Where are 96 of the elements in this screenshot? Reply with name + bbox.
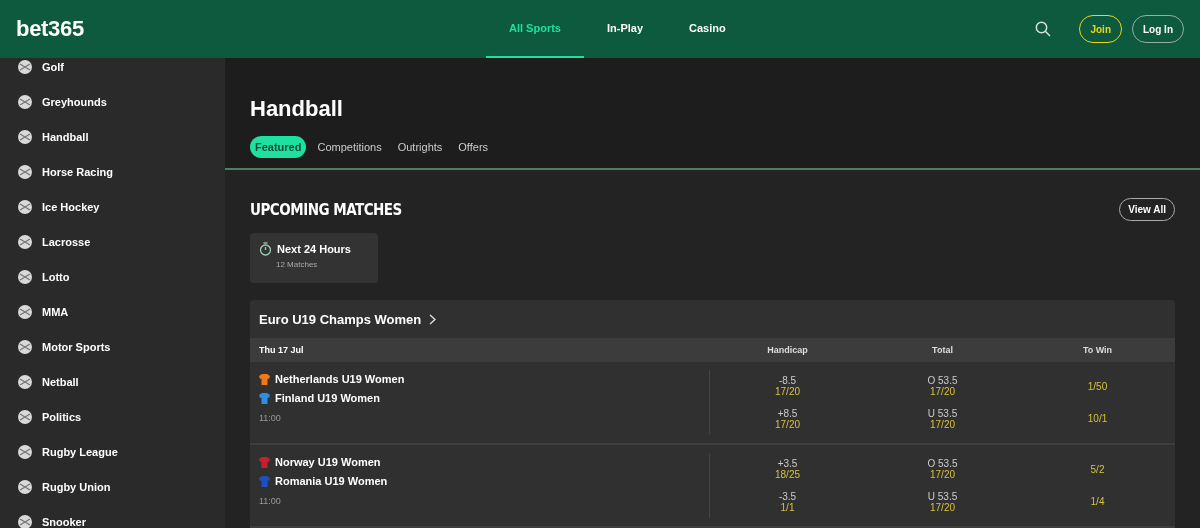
sidebar-item[interactable]: Lotto xyxy=(17,259,225,294)
tab[interactable]: Competitions xyxy=(312,136,387,158)
odds-price: 1/1 xyxy=(780,501,795,513)
nav-tab[interactable]: Casino xyxy=(666,0,749,58)
sidebar-label: Ice Hockey xyxy=(42,200,100,213)
sport-icon xyxy=(17,58,33,75)
handicap-odds[interactable]: +3.5 18/25 xyxy=(710,458,865,481)
section-title: UPCOMING MATCHES xyxy=(250,200,402,219)
handicap-odds[interactable]: -8.5 17/20 xyxy=(710,375,865,398)
sidebar-item[interactable]: Handball xyxy=(17,119,225,154)
match-count: 12 Matches xyxy=(275,260,319,269)
to-win-odds[interactable]: 5/2 xyxy=(1090,463,1105,475)
sidebar-label: Golf xyxy=(42,60,64,73)
handicap-line: +8.5 xyxy=(777,407,798,419)
total-line: O 53.5 xyxy=(927,375,958,387)
sidebar-label: Netball xyxy=(42,375,79,388)
handicap-odds[interactable]: -3.5 1/1 xyxy=(710,490,865,513)
nav-tab[interactable]: In-Play xyxy=(583,0,667,58)
sport-icon xyxy=(17,373,33,390)
sport-icon xyxy=(17,478,33,495)
sport-icon xyxy=(17,198,33,215)
total-odds[interactable]: O 53.5 17/20 xyxy=(865,375,1020,398)
sidebar-label: Snooker xyxy=(42,515,86,528)
total-line: U 53.5 xyxy=(927,490,958,502)
sidebar-item[interactable]: Greyhounds xyxy=(17,84,225,119)
odds-price: 18/25 xyxy=(775,469,800,481)
sport-icon xyxy=(17,268,33,285)
filter-card[interactable]: Next 24 Hours 12 Matches xyxy=(250,233,378,283)
sidebar-item[interactable]: Horse Racing xyxy=(17,154,225,189)
odds-price: 17/20 xyxy=(930,386,955,398)
to-win-odds[interactable]: 10/1 xyxy=(1087,413,1108,425)
date-label: Thu 17 Jul xyxy=(259,345,305,355)
sport-icon xyxy=(17,303,33,320)
total-odds[interactable]: U 53.5 17/20 xyxy=(865,490,1020,513)
total-odds[interactable]: O 53.5 17/20 xyxy=(865,458,1020,481)
sport-icon xyxy=(17,443,33,460)
sidebar-item[interactable]: Ice Hockey xyxy=(17,189,225,224)
sport-icon xyxy=(17,233,33,250)
handicap-odds[interactable]: +8.5 17/20 xyxy=(710,407,865,430)
match-time: 11:00 xyxy=(259,413,282,423)
sidebar-label: Politics xyxy=(42,410,82,423)
sport-icon xyxy=(17,128,33,145)
sidebar-label: Lotto xyxy=(42,270,70,283)
sidebar-item[interactable]: Politics xyxy=(17,399,225,434)
page-title: Handball xyxy=(250,96,344,122)
sidebar-label: Greyhounds xyxy=(42,95,107,108)
tab[interactable]: Offers xyxy=(453,136,494,158)
sidebar-label: Horse Racing xyxy=(42,165,113,178)
tab[interactable]: Featured xyxy=(250,136,307,158)
odds-price: 17/20 xyxy=(775,418,800,430)
match-time: 11:00 xyxy=(259,496,282,506)
chevron-icon[interactable] xyxy=(429,313,437,325)
team-name[interactable]: Romania U19 Women xyxy=(275,475,388,487)
sport-icon xyxy=(17,408,33,425)
sidebar-item[interactable]: Golf xyxy=(17,58,225,84)
team-name[interactable]: Netherlands U19 Women xyxy=(275,373,405,385)
handicap-line: +3.5 xyxy=(777,458,798,470)
sidebar-item[interactable]: Rugby Union xyxy=(17,469,225,504)
sidebar-item[interactable]: Lacrosse xyxy=(17,224,225,259)
sidebar-label: Handball xyxy=(42,130,89,143)
sidebar-label: MMA xyxy=(42,305,69,318)
column-header: To Win xyxy=(1081,345,1114,355)
sidebar-item[interactable]: Rugby League xyxy=(17,434,225,469)
search-icon[interactable] xyxy=(1035,21,1052,37)
team-name[interactable]: Norway U19 Women xyxy=(275,456,381,468)
sidebar-item[interactable]: MMA xyxy=(17,294,225,329)
handicap-line: -3.5 xyxy=(778,490,797,502)
tab[interactable]: Outrights xyxy=(392,136,448,158)
sidebar-item[interactable]: Netball xyxy=(17,364,225,399)
to-win-odds[interactable]: 1/50 xyxy=(1087,380,1108,392)
sport-icon xyxy=(17,163,33,180)
team-name[interactable]: Finland U19 Women xyxy=(275,392,380,404)
stopwatch-icon xyxy=(259,242,272,256)
odds-price: 17/20 xyxy=(930,418,955,430)
sidebar-item[interactable]: Motor Sports xyxy=(17,329,225,364)
total-odds[interactable]: U 53.5 17/20 xyxy=(865,407,1020,430)
sport-icon xyxy=(17,93,33,110)
odds-price: 17/20 xyxy=(930,469,955,481)
to-win-odds[interactable]: 1/4 xyxy=(1090,496,1105,508)
filter-title: Next 24 Hours xyxy=(277,243,351,255)
column-header: Handicap xyxy=(766,345,809,355)
sidebar-label: Lacrosse xyxy=(42,235,91,248)
sidebar-label: Motor Sports xyxy=(42,340,111,353)
sport-icon xyxy=(17,513,33,528)
competition-link[interactable]: Euro U19 Champs Women xyxy=(259,311,422,327)
sidebar-item[interactable]: Snooker xyxy=(17,504,225,528)
column-header: Total xyxy=(931,345,954,355)
handicap-line: -8.5 xyxy=(778,375,797,387)
total-line: O 53.5 xyxy=(927,458,958,470)
sport-icon xyxy=(17,338,33,355)
odds-price: 17/20 xyxy=(775,386,800,398)
logo[interactable]: bet365 xyxy=(16,16,486,42)
total-line: U 53.5 xyxy=(927,407,958,419)
sidebar-label: Rugby League xyxy=(42,445,118,458)
odds-price: 17/20 xyxy=(930,501,955,513)
sidebar-label: Rugby Union xyxy=(42,480,111,493)
